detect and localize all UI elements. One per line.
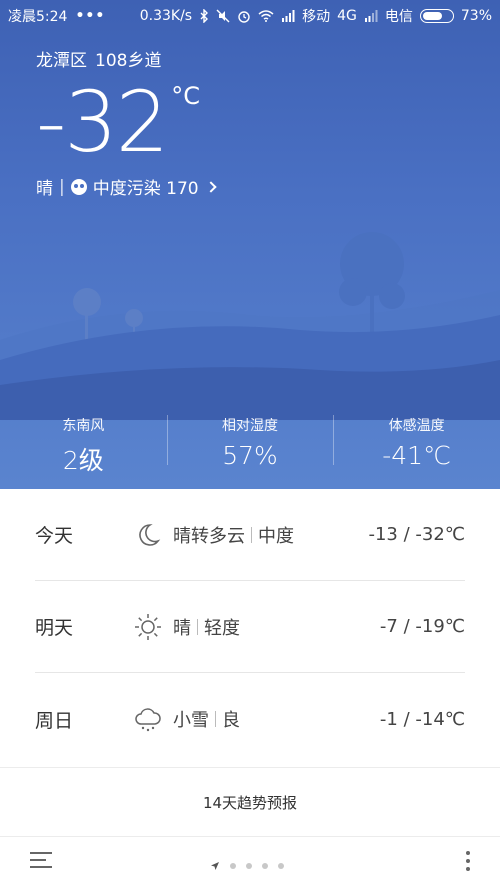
forecast-row-sunday[interactable]: 周日 小雪 良 -1 / -14℃ <box>35 673 465 765</box>
metrics-row: 东南风 2级 相对湿度 57% 体感温度 -41℃ <box>0 407 500 482</box>
temperature-value: -32 <box>36 73 169 171</box>
divider <box>197 618 198 635</box>
landscape-illustration <box>0 232 500 420</box>
carrier-2: 电信 <box>384 9 413 25</box>
forecast-air: 轻度 <box>204 617 240 639</box>
signal-icon <box>281 10 295 22</box>
battery-icon <box>419 9 454 23</box>
more-icon[interactable] <box>466 851 472 875</box>
location-road: 108乡道 <box>95 51 162 71</box>
metric-wind: 东南风 2级 <box>0 407 167 482</box>
carrier-1: 移动 <box>302 9 331 25</box>
net-speed: 0.33K/s <box>139 8 193 24</box>
forecast-weather: 小雪 <box>173 710 209 731</box>
alarm-icon <box>237 9 251 23</box>
divider <box>251 526 252 543</box>
forecast-air: 中度 <box>258 525 294 547</box>
wifi-icon <box>258 10 274 22</box>
mute-icon <box>216 9 230 23</box>
trend-forecast-button[interactable]: 14天趋势预报 <box>0 767 500 837</box>
bottom-bar <box>0 838 500 889</box>
metric-value: -41℃ <box>382 441 452 470</box>
metric-feels-like: 体感温度 -41℃ <box>333 407 500 482</box>
snow-cloud-icon <box>131 702 165 736</box>
forecast-range: -7 / -19℃ <box>379 616 465 637</box>
forecast-row-today[interactable]: 今天 晴转多云 中度 -13 / -32℃ <box>35 489 465 581</box>
current-condition: 晴 <box>36 179 53 199</box>
metric-label: 体感温度 <box>388 418 445 434</box>
metric-value: 57% <box>222 441 278 470</box>
page-indicator <box>210 856 284 875</box>
metric-label: 相对湿度 <box>222 418 278 434</box>
status-bar: 凌晨5:24 ••• 0.33K/s 移动 4G 电信 73% <box>0 0 500 30</box>
air-quality: 中度污染 170 <box>92 179 199 199</box>
sun-icon <box>131 610 165 644</box>
forecast-day: 周日 <box>35 709 74 732</box>
forecast-range: -1 / -14℃ <box>379 708 465 730</box>
page-dot <box>278 862 284 869</box>
forecast-day: 明天 <box>35 617 74 639</box>
current-temperature: -32 °C <box>36 80 200 164</box>
battery-percent: 73% <box>460 8 492 24</box>
forecast-desc: 晴 轻度 <box>173 614 240 640</box>
location-district: 龙潭区 <box>36 51 87 71</box>
forecast-day: 今天 <box>35 525 74 547</box>
page-dot <box>230 862 236 869</box>
forecast-weather: 晴 <box>173 617 191 639</box>
forecast-desc: 小雪 良 <box>173 706 240 732</box>
network-type: 4G <box>337 8 357 24</box>
metric-label: 东南风 <box>62 418 105 434</box>
metric-humidity: 相对湿度 57% <box>166 407 334 482</box>
signal-2-icon <box>364 10 378 22</box>
page-dot <box>246 862 252 869</box>
condition-line[interactable]: 晴 | 中度污染 170 <box>36 174 217 199</box>
skull-icon <box>70 178 87 195</box>
divider <box>215 711 216 727</box>
location-arrow-icon <box>210 856 220 875</box>
forecast-range: -13 / -32℃ <box>368 524 465 545</box>
forecast-list: 今天 晴转多云 中度 -13 / -32℃ 明天 晴 轻度 -7 / -19℃ … <box>0 489 500 765</box>
forecast-row-tomorrow[interactable]: 明天 晴 轻度 -7 / -19℃ <box>35 581 465 673</box>
chevron-right-icon <box>204 180 217 193</box>
temperature-unit: °C <box>171 82 200 110</box>
metric-value: 2级 <box>62 446 104 475</box>
status-dots: ••• <box>75 8 106 24</box>
forecast-air: 良 <box>222 710 240 731</box>
page-dot <box>262 862 268 869</box>
forecast-weather: 晴转多云 <box>173 525 245 547</box>
forecast-desc: 晴转多云 中度 <box>173 522 294 548</box>
moon-icon <box>131 518 165 552</box>
condition-separator: | <box>59 176 65 197</box>
location[interactable]: 龙潭区 108乡道 <box>36 46 161 71</box>
status-time: 凌晨5:24 <box>8 9 68 25</box>
weather-header: 凌晨5:24 ••• 0.33K/s 移动 4G 电信 73% 龙潭区 108乡… <box>0 0 500 489</box>
city-list-icon[interactable] <box>30 852 52 872</box>
bluetooth-icon <box>199 9 209 23</box>
